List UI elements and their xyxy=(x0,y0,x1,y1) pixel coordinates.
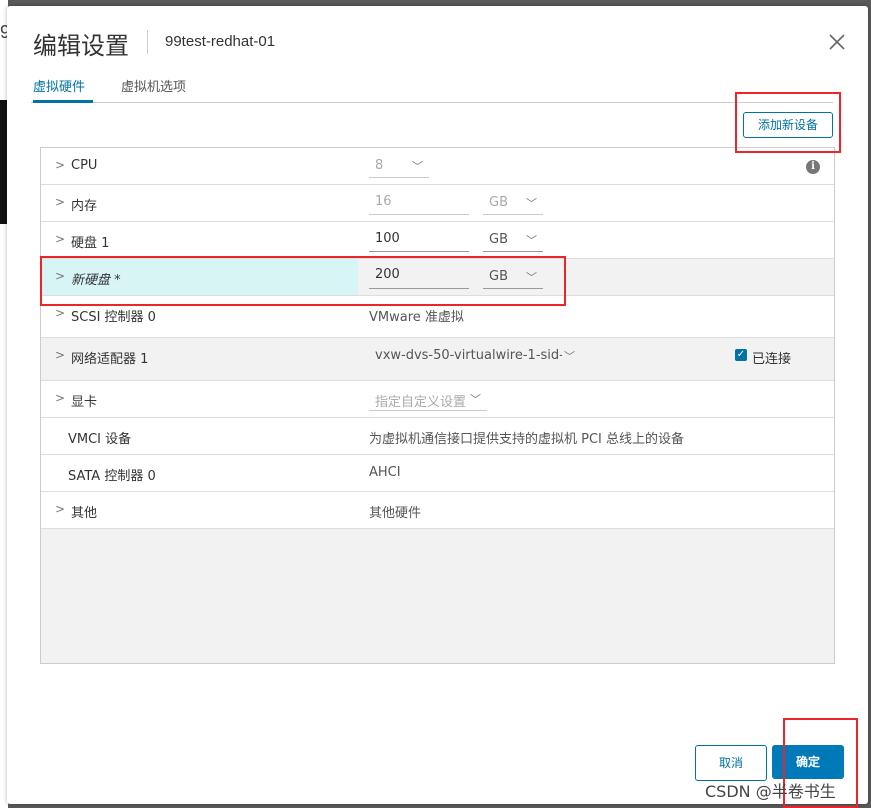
video-value: 指定自定义设置 xyxy=(375,395,467,410)
row-label: SATA 控制器 0 xyxy=(68,469,156,484)
row-label: 内存 xyxy=(71,199,98,214)
vm-name: 99test-redhat-01 xyxy=(165,33,276,50)
hardware-row-disk1[interactable]: > 硬盘 1 100 GB ﹀ xyxy=(41,222,834,259)
vmci-value: 为虚拟机通信接口提供支持的虚拟机 PCI 总线上的设备 xyxy=(369,432,685,447)
connected-label: 已连接 xyxy=(752,352,792,367)
hardware-row-network[interactable]: > 网络适配器 1 vxw-dvs-50-virtualwire-1-sid-5… xyxy=(41,338,834,381)
annotation-box-new-disk xyxy=(40,256,566,306)
info-icon[interactable]: i xyxy=(806,160,820,174)
row-label: CPU xyxy=(71,158,98,173)
title-divider xyxy=(147,30,148,54)
cpu-select[interactable]: 8 ﹀ xyxy=(369,158,429,178)
chevron-down-icon: ﹀ xyxy=(562,348,575,364)
cpu-value: 8 xyxy=(375,158,384,173)
tab-bar: 虚拟硬件 虚拟机选项 xyxy=(31,76,833,103)
hardware-row-vmci: VMCI 设备 为虚拟机通信接口提供支持的虚拟机 PCI 总线上的设备 xyxy=(41,418,834,455)
memory-input[interactable]: 16 xyxy=(369,194,469,215)
row-label: 其他 xyxy=(71,506,98,521)
watermark: CSDN @半卷书生 xyxy=(705,782,836,801)
chevron-right-icon[interactable]: > xyxy=(55,232,65,246)
disk1-unit-select[interactable]: GB ﹀ xyxy=(483,232,543,252)
cancel-button[interactable]: 取消 xyxy=(695,745,767,781)
memory-unit: GB xyxy=(489,195,508,210)
hardware-row-cpu[interactable]: > CPU 8 ﹀ i xyxy=(41,148,834,185)
hardware-row-other[interactable]: > 其他 其他硬件 xyxy=(41,492,834,529)
scsi-value: VMware 准虚拟 xyxy=(369,310,464,325)
chevron-down-icon: ﹀ xyxy=(412,160,423,173)
chevron-right-icon[interactable]: > xyxy=(55,502,65,516)
row-label: VMCI 设备 xyxy=(68,432,132,447)
network-select[interactable]: vxw-dvs-50-virtualwire-1-sid-5 ﹀ xyxy=(369,348,581,370)
tab-virtual-hardware[interactable]: 虚拟硬件 xyxy=(33,76,93,103)
connected-checkbox[interactable]: ✓ xyxy=(735,349,747,361)
chevron-right-icon[interactable]: > xyxy=(55,306,65,320)
chevron-down-icon: ﹀ xyxy=(526,234,537,247)
row-label: 硬盘 1 xyxy=(71,236,110,251)
chevron-right-icon[interactable]: > xyxy=(55,158,65,172)
dialog-title: 编辑设置 xyxy=(33,32,129,60)
row-label: 显卡 xyxy=(71,395,98,410)
network-value: vxw-dvs-50-virtualwire-1-sid-5 xyxy=(375,348,573,363)
hardware-row-video[interactable]: > 显卡 指定自定义设置 ﹀ xyxy=(41,381,834,418)
chevron-down-icon: ﹀ xyxy=(526,197,537,210)
sata-value: AHCI xyxy=(369,465,401,480)
disk1-unit: GB xyxy=(489,232,508,247)
other-value: 其他硬件 xyxy=(369,506,422,521)
hardware-row-sata: SATA 控制器 0 AHCI xyxy=(41,455,834,492)
chevron-right-icon[interactable]: > xyxy=(55,391,65,405)
tab-vm-options[interactable]: 虚拟机选项 xyxy=(121,76,201,100)
close-icon[interactable] xyxy=(825,30,849,54)
chevron-right-icon[interactable]: > xyxy=(55,195,65,209)
disk1-size-input[interactable]: 100 xyxy=(369,231,469,252)
hardware-list: > CPU 8 ﹀ i > 内存 16 GB ﹀ > 硬盘 1 100 GB ﹀… xyxy=(40,147,835,664)
chevron-right-icon[interactable]: > xyxy=(55,348,65,362)
memory-unit-select[interactable]: GB ﹀ xyxy=(483,195,543,215)
row-label: SCSI 控制器 0 xyxy=(71,310,156,325)
annotation-box-add-device xyxy=(735,92,841,153)
row-label: 网络适配器 1 xyxy=(71,352,149,367)
chevron-down-icon: ﹀ xyxy=(470,393,481,406)
hardware-row-memory[interactable]: > 内存 16 GB ﹀ xyxy=(41,185,834,222)
video-select[interactable]: 指定自定义设置 ﹀ xyxy=(369,391,487,411)
